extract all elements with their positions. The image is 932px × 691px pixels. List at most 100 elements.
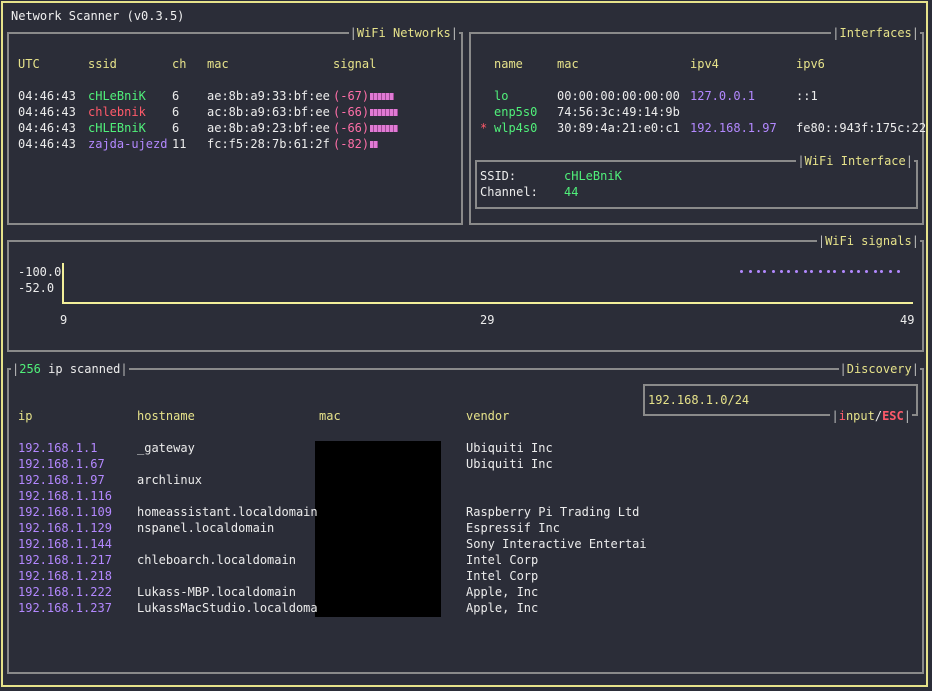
if-row-name[interactable]: enp5s0 <box>494 104 537 120</box>
wifi-row-signal: (-67) <box>333 88 395 104</box>
if-col-name[interactable]: name <box>494 56 523 72</box>
channel-label: Channel: <box>480 185 538 199</box>
subnet-input-box[interactable]: 192.168.1.0/24 |input/ESC| <box>643 384 918 424</box>
if-row-ipv4: 127.0.0.1 <box>690 89 756 103</box>
disc-col-vendor[interactable]: vendor <box>466 408 509 424</box>
disc-row-ip[interactable]: 192.168.1.222 <box>18 584 112 600</box>
disc-row-ip[interactable]: 192.168.1.109 <box>18 504 112 520</box>
disc-row-hostname: _gateway <box>137 441 195 455</box>
wifi-row-utc: 04:46:43 <box>18 89 76 103</box>
wifi-row-ssid[interactable]: cHLEBniK <box>88 120 146 136</box>
disc-col-ip[interactable]: ip <box>18 408 32 424</box>
disc-row-ip[interactable]: 192.168.1.144 <box>18 536 112 552</box>
input-hint-key: i <box>838 409 846 423</box>
wifi-row-mac: ae:8b:a9:33:bf:ee <box>207 89 330 103</box>
wifi-row-signal: (-82) <box>333 136 379 152</box>
signal-point <box>748 270 752 273</box>
disc-row-vendor: Apple, Inc <box>466 585 539 599</box>
disc-row-hostname: chleboarch.localdomain <box>137 553 296 567</box>
wifi-row-signal: (-66) <box>333 104 399 120</box>
if-col-ipv4[interactable]: ipv4 <box>690 56 719 72</box>
disc-row-vendor: Apple, Inc <box>466 601 539 615</box>
signal-strength-bar <box>370 125 399 132</box>
app-title: Network Scanner (v0.3.5) <box>11 9 185 23</box>
signal-point <box>841 270 845 273</box>
wifi-signals-panel: |WiFi signals| <box>7 233 924 352</box>
wifi-interface-panel: |WiFi Interface| <box>475 153 918 209</box>
input-hint-sep: / <box>874 409 883 423</box>
if-row-mac: 30:89:4a:21:e0:c1 <box>557 121 680 135</box>
wifi-row-ssid[interactable]: zajda-ujezd <box>88 136 167 152</box>
signal-point <box>818 270 822 273</box>
disc-row-vendor: Ubiquiti Inc <box>466 457 553 471</box>
input-hint[interactable]: |input/ESC| <box>830 408 912 424</box>
disc-row-ip[interactable]: 192.168.1.67 <box>18 456 105 472</box>
disc-row-ip[interactable]: 192.168.1.116 <box>18 488 112 504</box>
wifi-row-signal: (-66) <box>333 120 399 136</box>
y-axis <box>62 263 64 304</box>
active-interface-marker: * <box>480 121 488 135</box>
if-row-ipv6: fe80::943f:175c:22 <box>796 121 927 135</box>
wifi-row-ch: 6 <box>172 121 180 135</box>
interfaces-title: |Interfaces| <box>831 25 920 41</box>
x-tick-mid: 29 <box>480 313 495 327</box>
scanned-label: ip scanned <box>40 362 121 376</box>
if-row-mac: 74:56:3c:49:14:9b <box>557 105 680 119</box>
wifi-row-utc: 04:46:43 <box>18 137 76 151</box>
subnet-input[interactable]: 192.168.1.0/24 <box>648 392 749 408</box>
wifi-row-signal-value: (-67) <box>333 89 370 103</box>
signal-point <box>803 270 807 273</box>
if-col-mac[interactable]: mac <box>557 56 579 72</box>
wifi-interface-title: |WiFi Interface| <box>796 153 914 169</box>
if-row-name[interactable]: wlp4s0 <box>494 120 537 136</box>
if-row-mac: 00:00:00:00:00:00 <box>557 89 680 103</box>
wifi-row-ssid[interactable]: chlebnik <box>88 104 146 120</box>
disc-row-vendor: Espressif Inc <box>466 521 560 535</box>
disc-row-hostname: LukassMacStudio.localdoma <box>137 601 318 615</box>
disc-row-hostname: Lukass-MBP.localdomain <box>137 585 296 599</box>
y-tick-bottom: -52.0 <box>18 281 55 295</box>
wifi-signals-title-text: WiFi signals <box>825 234 912 248</box>
ssid-value: cHLeBniK <box>564 169 622 183</box>
if-row-ipv6: ::1 <box>796 89 818 103</box>
wifi-col-ch[interactable]: ch <box>172 56 186 72</box>
disc-row-ip[interactable]: 192.168.1.218 <box>18 568 112 584</box>
disc-row-ip[interactable]: 192.168.1.237 <box>18 600 112 616</box>
x-tick-end: 49 <box>900 313 915 327</box>
wifi-networks-title: |WiFi Networks| <box>348 25 459 41</box>
wifi-row-signal-value: (-66) <box>333 121 370 135</box>
if-row-name[interactable]: lo <box>494 88 508 104</box>
wifi-row-ssid[interactable]: cHLeBniK <box>88 88 146 104</box>
wifi-networks-title-text: WiFi Networks <box>356 26 451 40</box>
wifi-col-mac[interactable]: mac <box>207 56 229 72</box>
esc-hint: ESC <box>882 409 904 423</box>
input-hint-text: nput <box>845 409 875 423</box>
scanned-count: 256 <box>19 362 41 376</box>
disc-row-vendor: Sony Interactive Entertai <box>466 537 647 551</box>
disc-row-ip[interactable]: 192.168.1.1 <box>18 440 97 456</box>
disc-row-vendor: Intel Corp <box>466 553 539 567</box>
disc-row-hostname: archlinux <box>137 473 203 487</box>
wifi-row-ch: 6 <box>172 89 180 103</box>
if-col-ipv6[interactable]: ipv6 <box>796 56 825 72</box>
disc-row-ip[interactable]: 192.168.1.217 <box>18 552 112 568</box>
wifi-col-ssid[interactable]: ssid <box>88 56 117 72</box>
disc-row-vendor: Ubiquiti Inc <box>466 441 553 455</box>
disc-row-ip[interactable]: 192.168.1.97 <box>18 472 105 488</box>
disc-row-ip[interactable]: 192.168.1.129 <box>18 520 112 536</box>
discovery-title: |Discovery| <box>838 361 920 377</box>
disc-col-hostname[interactable]: hostname <box>137 408 195 424</box>
wifi-row-ch: 11 <box>172 137 187 151</box>
wifi-col-utc[interactable]: UTC <box>18 56 40 72</box>
wifi-col-signal[interactable]: signal <box>333 56 376 72</box>
wifi-row-utc: 04:46:43 <box>18 121 76 135</box>
wifi-row-signal-value: (-82) <box>333 137 370 151</box>
wifi-row-signal-value: (-66) <box>333 105 370 119</box>
disc-col-mac[interactable]: mac <box>319 408 341 424</box>
y-tick-top: -100.0 <box>18 265 62 279</box>
signal-point <box>856 270 860 273</box>
x-tick-start: 9 <box>60 313 68 327</box>
ssid-label: SSID: <box>480 169 517 183</box>
discovery-scanned: |256 ip scanned| <box>11 361 129 377</box>
x-axis <box>62 302 913 304</box>
